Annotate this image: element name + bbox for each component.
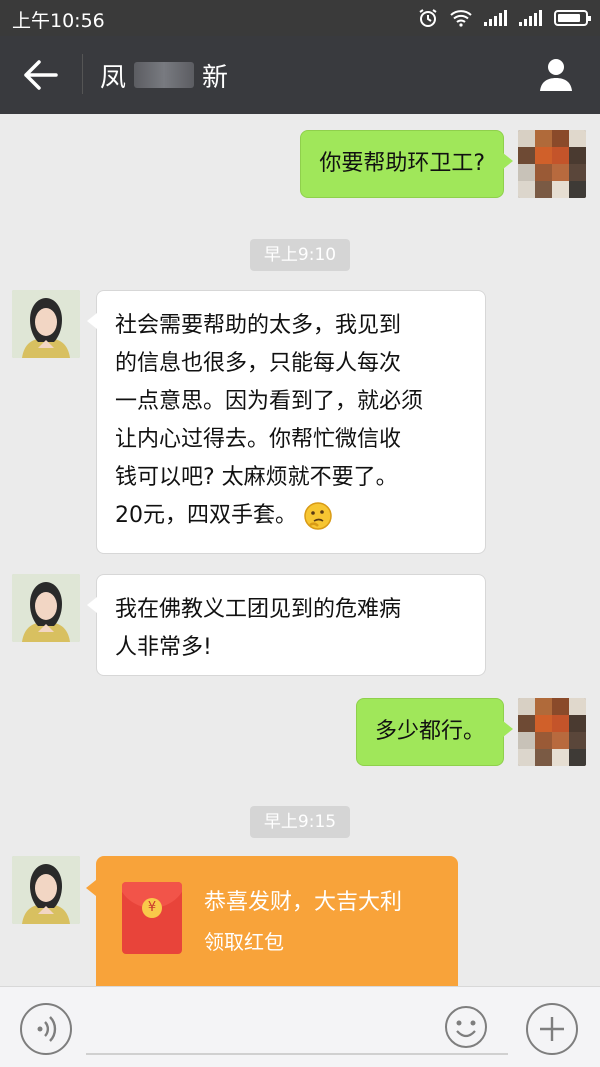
voice-icon — [37, 1016, 57, 1042]
message-timestamp: 早上9:15 — [250, 806, 350, 838]
message-line: 我在佛教义工团见到的危难病 — [115, 597, 402, 622]
contact-message-bubble[interactable]: 我在佛教义工团见到的危难病 人非常多! — [87, 574, 486, 676]
red-packet-icon: ¥ — [122, 882, 182, 954]
chat-title-first: 凤 — [100, 62, 127, 93]
contact-avatar-image — [12, 290, 80, 358]
contact-avatar-image — [12, 574, 80, 642]
voice-button[interactable] — [20, 1003, 72, 1055]
alarm-icon — [419, 9, 437, 27]
profile-icon[interactable] — [538, 56, 574, 92]
plus-button[interactable] — [526, 1003, 578, 1055]
chat-title-last: 新 — [202, 62, 229, 93]
signal-icon — [484, 10, 507, 26]
message-line: 的信息也很多，只能每人每次 — [115, 351, 402, 376]
red-packet-greeting: 恭喜发财，大吉大利 — [204, 890, 403, 915]
red-packet-claim-label: 领取红包 — [204, 930, 284, 954]
input-bar — [0, 986, 600, 1067]
chat-title: 凤 新 — [100, 58, 229, 93]
my-avatar[interactable] — [518, 698, 586, 766]
message-timestamp: 早上9:10 — [250, 239, 350, 271]
message-line: 钱可以吧? 太麻烦就不要了。 — [115, 465, 398, 490]
contact-avatar[interactable] — [12, 856, 80, 924]
battery-icon — [554, 10, 591, 26]
status-time: 上午10:56 — [12, 10, 105, 32]
back-arrow-icon[interactable] — [22, 58, 58, 92]
my-avatar[interactable] — [518, 130, 586, 198]
contact-avatar[interactable] — [12, 290, 80, 358]
message-last-line: 20元，四双手套。 — [115, 497, 467, 535]
title-blur — [134, 62, 195, 88]
my-message-bubble[interactable]: 多少都行。 — [355, 698, 514, 766]
message-line: 一点意思。因为看到了，就必须 — [115, 389, 424, 414]
contact-message-bubble[interactable]: 社会需要帮助的太多，我见到 的信息也很多，只能每人每次 一点意思。因为看到了，就… — [87, 290, 486, 554]
status-icons — [418, 8, 591, 28]
thinking-face-emoji — [304, 502, 332, 530]
plus-icon — [540, 1017, 564, 1041]
wifi-icon — [450, 10, 472, 27]
status-bar: 上午10:56 — [0, 0, 600, 36]
my-message-bubble[interactable]: 你要帮助环卫工? — [300, 130, 513, 198]
message-line: 20元，四双手套。 — [115, 503, 297, 528]
red-packet-message[interactable]: ¥ 恭喜发财，大吉大利 领取红包 — [86, 856, 458, 986]
message-line: 多少都行。 — [374, 719, 485, 744]
battery-fill — [558, 14, 581, 22]
message-line: 人非常多! — [115, 635, 212, 660]
chat-header: 凤 新 — [0, 36, 600, 114]
message-line: 让内心过得去。你帮忙微信收 — [115, 427, 402, 452]
message-line: 社会需要帮助的太多，我见到 — [115, 313, 402, 338]
nav-divider — [82, 54, 83, 94]
contact-avatar-image — [12, 856, 80, 924]
emoji-icon[interactable] — [444, 1005, 488, 1049]
message-list[interactable]: 你要帮助环卫工? 早上9:10 社会需要帮助的太多，我见到 的信息也很多，只能每… — [0, 114, 600, 986]
signal-icon — [519, 10, 542, 26]
message-line: 你要帮助环卫工? — [319, 151, 485, 176]
contact-avatar[interactable] — [12, 574, 80, 642]
